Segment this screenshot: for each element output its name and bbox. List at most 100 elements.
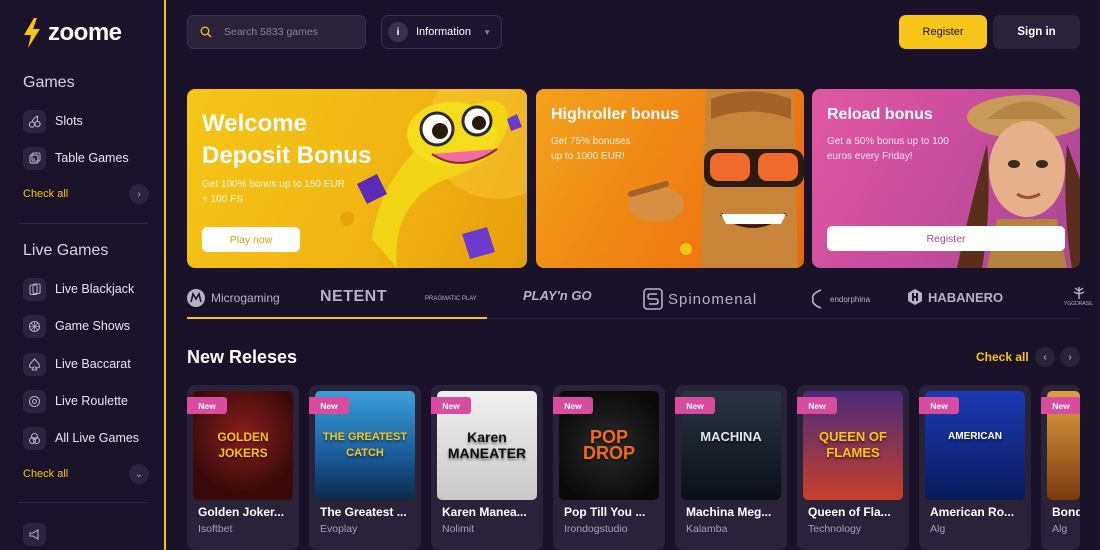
search-icon [200, 26, 212, 38]
sidebar: zoome Games Slots Table Games Check all … [0, 0, 166, 550]
sidebar-item-label: Slots [55, 114, 83, 128]
live-check-all-link[interactable]: Check all [23, 468, 68, 480]
game-artwork-text: POP DROP [582, 427, 635, 463]
game-card[interactable]: New Bond Alg [1041, 385, 1080, 550]
game-provider: Kalamba [686, 523, 728, 535]
sidebar-item-label: All Live Games [55, 431, 140, 445]
sidebar-item-table-games[interactable]: Table Games [23, 146, 129, 170]
banner-desc-line2: euros every Friday! [827, 151, 913, 162]
sign-in-button[interactable]: Sign in [993, 15, 1080, 49]
chevron-right-icon[interactable]: › [129, 184, 149, 204]
banner-desc-line1: Get 75% bonuses [551, 136, 631, 147]
provider-endorphina[interactable]: endorphina [809, 288, 870, 310]
search-bar[interactable] [187, 15, 366, 49]
game-provider: Irondogstudio [564, 523, 628, 535]
provider-spinomenal[interactable]: Spinomenal [643, 288, 757, 310]
provider-playngo[interactable]: PLAY'n GO [523, 288, 592, 303]
chevron-right-icon[interactable]: › [1060, 347, 1080, 367]
sidebar-item-live-roulette[interactable]: Live Roulette [23, 389, 128, 413]
provider-habanero[interactable]: HABANERO [907, 288, 1003, 306]
sidebar-item-live-blackjack[interactable]: Live Blackjack [23, 277, 134, 301]
games-check-all-link[interactable]: Check all [23, 188, 68, 200]
provider-label: NETENT [320, 288, 387, 305]
provider-label: HABANERO [928, 289, 1004, 305]
search-input[interactable] [224, 26, 344, 38]
provider-yggdrasil[interactable]: YGGDRASIL [1064, 286, 1093, 307]
sidebar-item-all-live-games[interactable]: All Live Games [23, 426, 139, 450]
provider-label: PLAY'n GO [523, 288, 592, 303]
endorphina-logo-icon [811, 289, 822, 309]
information-label: Information [416, 26, 472, 38]
game-artwork-text: Karen MANEATER [447, 429, 527, 461]
game-artwork-text: GOLDEN JOKERS [217, 430, 269, 460]
sidebar-item-game-shows[interactable]: Game Shows [23, 314, 130, 338]
register-button[interactable]: Register [899, 15, 987, 49]
sidebar-divider [18, 223, 148, 224]
game-card[interactable]: THE GREATEST CATCH New The Greatest ... Evo… [309, 385, 421, 550]
game-title: Karen Manea... [442, 505, 527, 519]
provider-label: endorphina [830, 294, 871, 304]
new-releases-title: New Releses [187, 347, 298, 367]
banner-title: Reload bonus [827, 106, 933, 123]
provider-netent[interactable]: NETENT [320, 288, 387, 306]
game-provider: Alg [1052, 523, 1068, 535]
provider-label: Microgaming [211, 291, 280, 305]
game-card[interactable]: AMERICAN New American Ro... Alg [919, 385, 1031, 550]
information-dropdown[interactable]: i Information ▼ [381, 15, 502, 49]
new-badge: New [1041, 397, 1080, 414]
provider-microgaming[interactable]: Microgaming [186, 288, 280, 308]
habanero-logo-icon [908, 289, 922, 305]
provider-label: YGGDRASIL [1064, 301, 1094, 307]
sidebar-item-live-baccarat[interactable]: Live Baccarat [23, 352, 131, 376]
sidebar-item-promotions[interactable] [23, 522, 46, 546]
game-title: Golden Joker... [198, 505, 285, 519]
banner-title-line2: Deposit Bonus [202, 142, 372, 169]
game-artwork-text: THE GREATEST CATCH [322, 431, 408, 459]
microgaming-logo-icon [187, 289, 205, 307]
sidebar-item-label: Table Games [55, 151, 129, 165]
wheel-icon [23, 314, 46, 338]
banner-desc-line2: up to 1000 EUR! [551, 151, 625, 162]
play-now-button[interactable]: Play now [202, 227, 300, 252]
chevron-left-icon[interactable]: ‹ [1035, 347, 1055, 367]
game-title: The Greatest ... [320, 505, 407, 519]
cards-icon [23, 277, 46, 301]
banner-desc-line2: + 100 FS [202, 194, 243, 205]
game-card[interactable]: POP DROP New Pop Till You ... Irondogstudio [553, 385, 665, 550]
new-badge: New [187, 397, 227, 414]
welcome-bonus-banner[interactable]: Welcome Deposit Bonus Get 100% bonus up … [187, 89, 527, 268]
sidebar-item-slots[interactable]: Slots [23, 109, 83, 133]
game-provider: Technology [808, 523, 862, 535]
roulette-icon [23, 389, 46, 413]
game-card[interactable]: MACHINA New Machina Meg... Kalamba [675, 385, 787, 550]
provider-pragmatic-play[interactable]: PRAGMATIC PLAY [425, 296, 477, 302]
chevron-down-icon[interactable]: ⌄ [129, 464, 149, 484]
providers-active-indicator [187, 317, 487, 319]
new-badge: New [553, 397, 593, 414]
yggdrasil-logo-icon [1073, 287, 1084, 299]
sidebar-item-label: Live Roulette [55, 394, 128, 408]
highroller-bonus-banner[interactable]: Highroller bonus Get 75% bonuses up to 1… [536, 89, 804, 268]
game-provider: Evoplay [320, 523, 358, 535]
game-provider: Alg [930, 523, 946, 535]
banner-title-line1: Welcome [202, 110, 307, 137]
sidebar-item-label: Live Blackjack [55, 282, 135, 296]
new-badge: New [797, 397, 837, 414]
brand-name: zoome [48, 19, 122, 46]
chevron-down-icon: ▼ [483, 27, 491, 37]
bolt-icon [24, 18, 40, 48]
game-card[interactable]: QUEEN OF FLAMES New Queen of Fla... Technol… [797, 385, 909, 550]
game-title: Machina Meg... [686, 505, 772, 519]
brand-logo[interactable]: zoome [22, 18, 122, 48]
games-heading: Games [23, 74, 75, 91]
game-provider: Isoftbet [198, 523, 233, 535]
game-title: Bond [1052, 505, 1080, 519]
game-card[interactable]: Karen MANEATER New Karen Manea... Nolimit [431, 385, 543, 550]
new-releases-check-all-link[interactable]: Check all [976, 350, 1029, 364]
reload-bonus-banner[interactable]: Reload bonus Get a 50% bonus up to 100 e… [812, 89, 1080, 268]
banner-description: Get 75% bonuses up to 1000 EUR! [551, 134, 631, 164]
game-card[interactable]: GOLDEN JOKERS New Golden Joker... Isoftbet [187, 385, 299, 550]
new-badge: New [919, 397, 959, 414]
reload-register-button[interactable]: Register [827, 226, 1065, 251]
new-badge: New [309, 397, 349, 414]
